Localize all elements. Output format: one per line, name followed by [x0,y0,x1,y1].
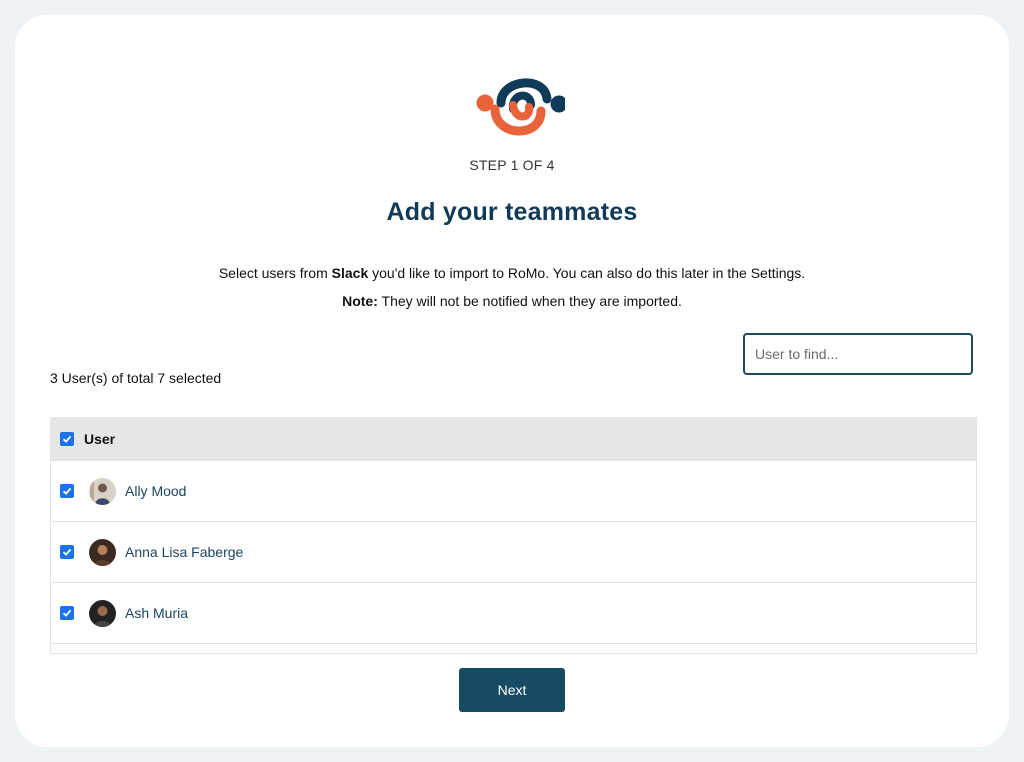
users-table: User Ally Mood Anna Lisa Faberge Ash Mur… [50,417,977,654]
note-label: Note: [342,293,378,309]
description-suffix: you'd like to import to RoMo. You can al… [368,265,806,281]
selection-summary: 3 User(s) of total 7 selected [50,370,222,386]
onboarding-card: STEP 1 OF 4 Add your teammates Select us… [15,15,1009,747]
user-name[interactable]: Ash Muria [125,605,188,621]
checkmark-icon [62,609,72,617]
user-name[interactable]: Ally Mood [125,483,186,499]
page-title: Add your teammates [386,198,638,226]
row-checkbox[interactable] [60,484,74,498]
checkmark-icon [62,435,72,443]
table-row: Ally Mood [51,460,976,521]
select-all-checkbox[interactable] [60,431,74,446]
description-prefix: Select users from [218,265,332,281]
table-row [51,643,976,653]
next-button[interactable]: Next [459,668,565,712]
checkmark-icon [62,548,72,556]
romo-logo-icon [476,78,565,136]
user-search-input[interactable] [743,333,973,375]
table-header: User [51,417,976,460]
checkmark-icon [62,487,72,495]
user-avatar-icon [89,599,116,627]
user-name[interactable]: Anna Lisa Faberge [125,544,243,560]
source-name: Slack [331,265,369,281]
note-text: They will not be notified when they are … [377,293,682,309]
import-description: Select users from Slack you'd like to im… [15,265,1009,281]
user-avatar-icon [89,538,116,566]
user-avatar-icon [89,477,116,505]
row-checkbox[interactable] [60,545,74,559]
table-row: Anna Lisa Faberge [51,521,976,582]
user-column-header: User [84,430,116,447]
import-note: Note: They will not be notified when the… [15,293,1009,309]
row-checkbox[interactable] [60,606,74,620]
table-row: Ash Muria [51,582,976,643]
step-indicator: STEP 1 OF 4 [469,157,555,173]
